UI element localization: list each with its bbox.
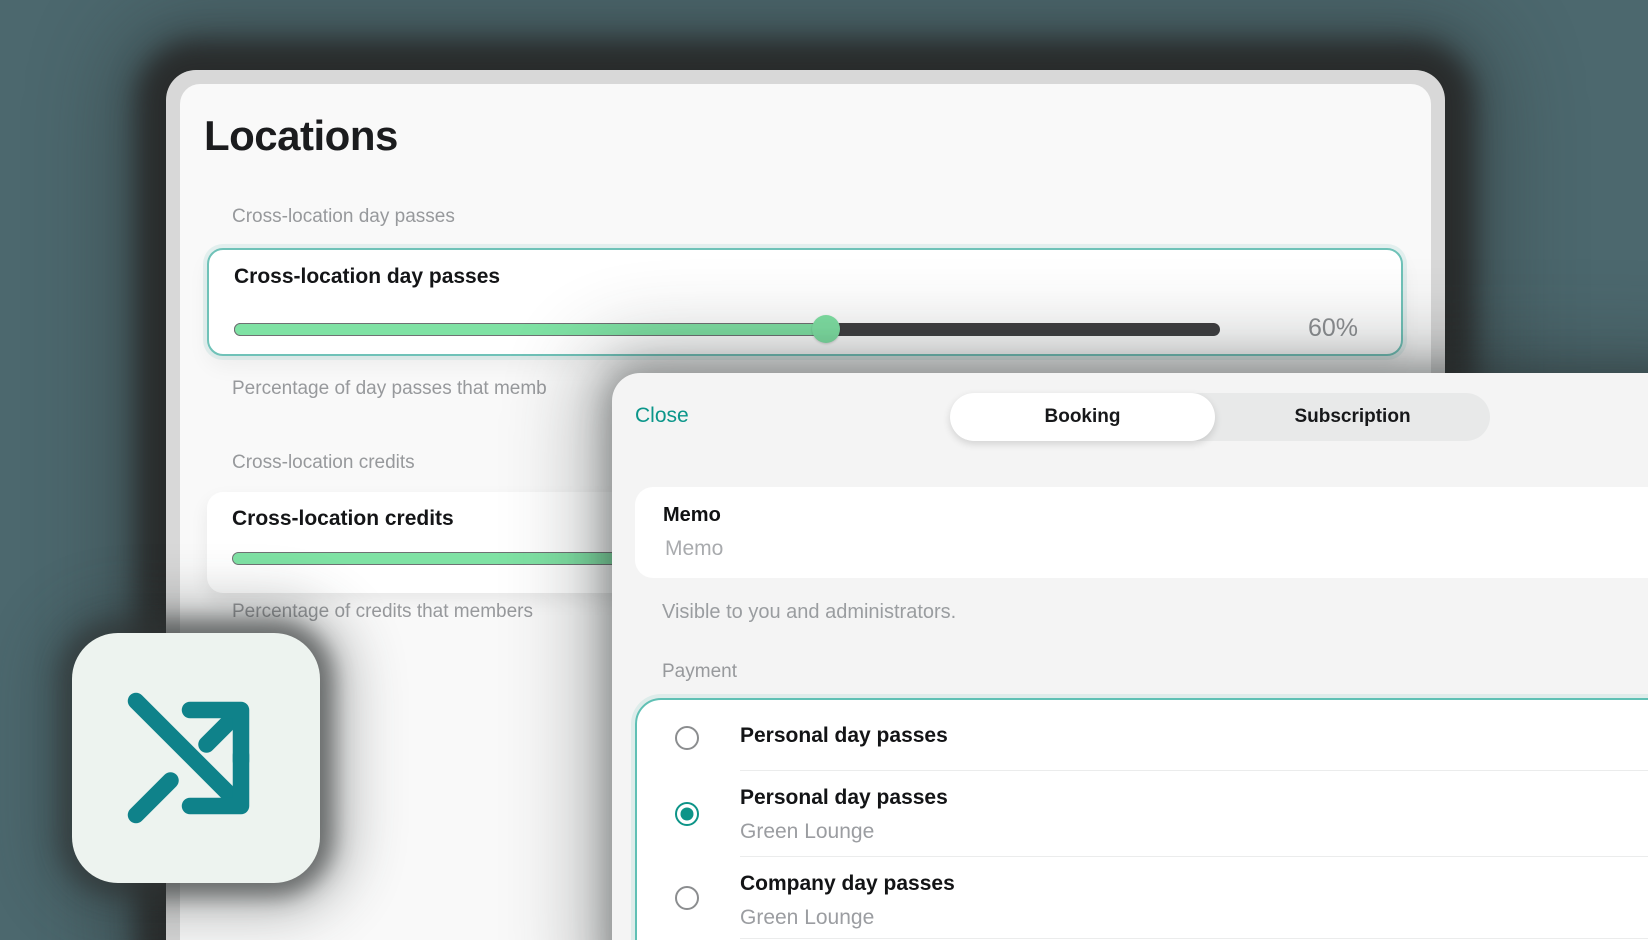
row-divider (740, 856, 1648, 857)
tab-booking[interactable]: Booking (950, 393, 1215, 441)
payment-options-card: Personal day passes Personal day passes … (635, 698, 1648, 940)
payment-option-subtitle: Green Lounge (740, 906, 874, 930)
day-passes-slider[interactable] (234, 323, 1220, 336)
payment-option-title: Personal day passes (740, 786, 948, 810)
payment-section-label: Payment (662, 661, 737, 683)
memo-label: Memo (663, 504, 721, 527)
day-passes-helper-text: Percentage of day passes that memb (232, 378, 547, 400)
credits-helper-text: Percentage of credits that members (232, 601, 533, 623)
day-passes-slider-value: 60% (1308, 314, 1358, 343)
close-button[interactable]: Close (635, 404, 689, 428)
day-passes-section-label: Cross-location day passes (232, 206, 455, 228)
page-title: Locations (204, 112, 398, 160)
payment-option-title: Company day passes (740, 872, 955, 896)
day-passes-card-title: Cross-location day passes (234, 265, 500, 289)
radio-company-day-passes[interactable] (675, 886, 699, 910)
payment-option-subtitle: Green Lounge (740, 820, 874, 844)
memo-card: Memo (635, 487, 1648, 578)
day-passes-slider-fill (234, 323, 826, 336)
memo-helper-text: Visible to you and administrators. (662, 601, 956, 624)
day-passes-slider-thumb[interactable] (812, 315, 840, 343)
memo-input[interactable] (663, 536, 1563, 562)
shuffle-arrows-icon (121, 678, 271, 838)
marketing-canvas: Locations Cross-location day passes Cros… (0, 0, 1648, 940)
booking-subscription-segmented-control: Booking Subscription (950, 393, 1490, 441)
row-divider (740, 938, 1648, 939)
day-passes-slider-card: Cross-location day passes 60% (207, 248, 1403, 356)
payment-option-title: Personal day passes (740, 724, 948, 748)
credits-slider[interactable] (232, 552, 630, 565)
credits-section-label: Cross-location credits (232, 452, 415, 474)
radio-personal-day-passes[interactable] (675, 726, 699, 750)
booking-modal: Close Booking Subscription Memo Visible … (612, 373, 1648, 940)
radio-personal-day-passes-green-lounge[interactable] (675, 802, 699, 826)
row-divider (740, 770, 1648, 771)
cross-location-feature-card (72, 633, 320, 883)
credits-card-title: Cross-location credits (232, 507, 454, 531)
tab-subscription[interactable]: Subscription (1215, 393, 1490, 441)
